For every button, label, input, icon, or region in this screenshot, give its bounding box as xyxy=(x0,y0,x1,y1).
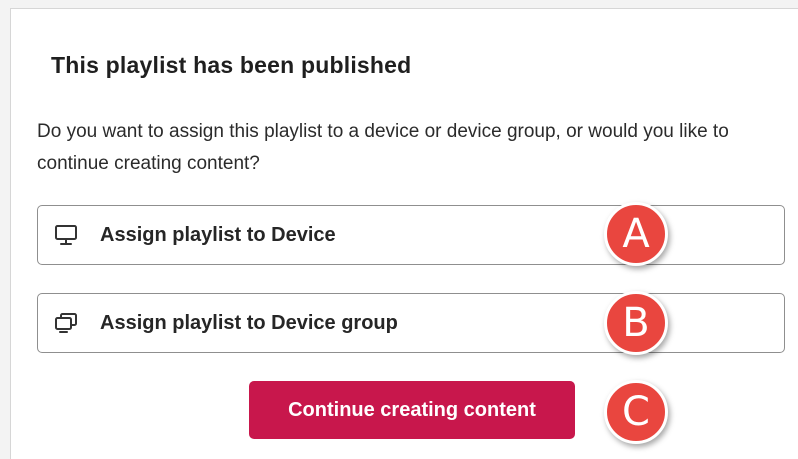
monitor-icon xyxy=(55,225,77,245)
dialog-title: This playlist has been published xyxy=(51,52,412,78)
callout-marker-a: A xyxy=(604,202,668,266)
assign-device-button[interactable]: Assign playlist to Device xyxy=(37,205,785,265)
dialog-message: Do you want to assign this playlist to a… xyxy=(37,121,729,174)
continue-creating-content-button[interactable]: Continue creating content xyxy=(249,381,575,439)
callout-marker-c: C xyxy=(604,380,668,444)
assign-device-label: Assign playlist to Device xyxy=(100,224,336,246)
device-group-icon xyxy=(55,313,77,333)
callout-marker-b: B xyxy=(604,291,668,355)
assign-device-group-label: Assign playlist to Device group xyxy=(100,312,398,334)
publish-dialog: This playlist has been published Do you … xyxy=(10,8,798,459)
assign-device-group-button[interactable]: Assign playlist to Device group xyxy=(37,293,785,353)
